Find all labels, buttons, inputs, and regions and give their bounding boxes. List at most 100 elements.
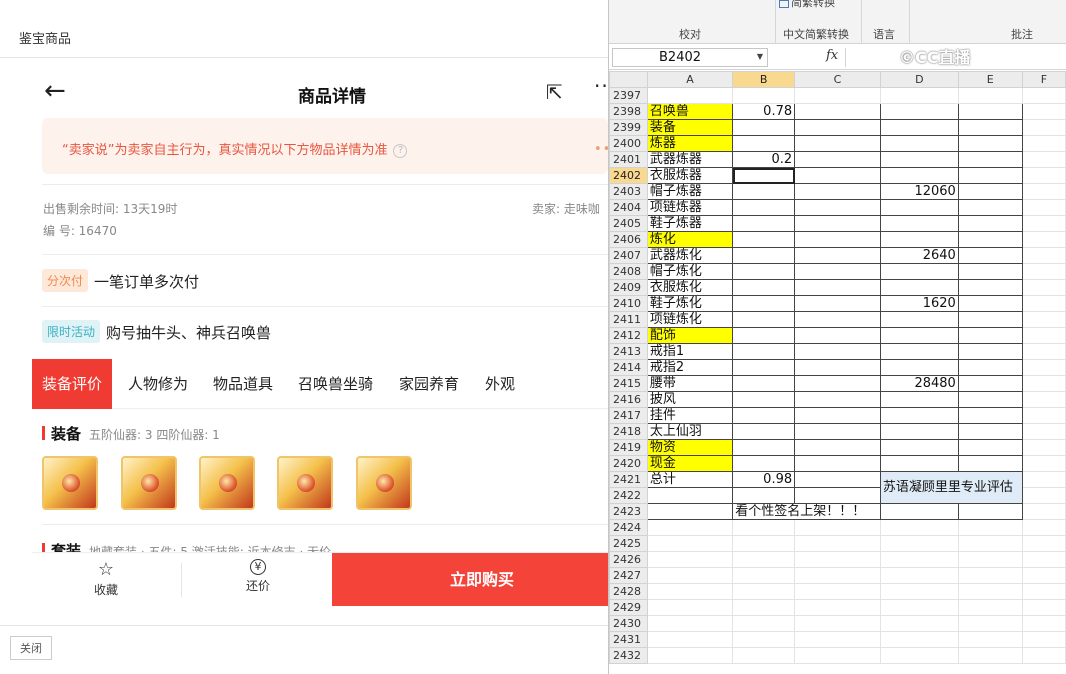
cell[interactable] bbox=[957, 631, 1023, 648]
cell[interactable] bbox=[732, 199, 796, 216]
cell[interactable] bbox=[1021, 583, 1066, 600]
tab-pets-mounts[interactable]: 召唤兽坐骑 bbox=[298, 359, 373, 409]
cell[interactable] bbox=[957, 567, 1023, 584]
row-header[interactable]: 2421 bbox=[609, 471, 648, 488]
select-all-corner[interactable] bbox=[609, 71, 648, 88]
cell[interactable] bbox=[957, 391, 1023, 408]
cell[interactable] bbox=[957, 343, 1023, 360]
cell[interactable] bbox=[879, 535, 959, 552]
cell[interactable] bbox=[879, 503, 959, 520]
equipment-item[interactable] bbox=[42, 456, 98, 510]
row-header[interactable]: 2419 bbox=[609, 439, 648, 456]
installment-row[interactable]: 分次付 一笔订单多次付 bbox=[42, 269, 199, 292]
cell[interactable]: 召唤兽 bbox=[646, 103, 734, 120]
cell[interactable] bbox=[957, 519, 1023, 536]
cell[interactable] bbox=[957, 375, 1023, 392]
cell[interactable]: 配饰 bbox=[646, 327, 734, 344]
row-header[interactable]: 2414 bbox=[609, 359, 648, 376]
cell[interactable] bbox=[732, 535, 796, 552]
cell[interactable]: 衣服炼器 bbox=[646, 167, 734, 184]
cell[interactable] bbox=[732, 295, 796, 312]
cell[interactable]: 帽子炼器 bbox=[646, 183, 734, 200]
cell[interactable] bbox=[646, 631, 734, 648]
cell[interactable] bbox=[1021, 503, 1066, 520]
cell[interactable] bbox=[1021, 439, 1066, 456]
cell[interactable] bbox=[1021, 423, 1066, 440]
cell[interactable]: 物资 bbox=[646, 439, 734, 456]
cell[interactable] bbox=[957, 647, 1023, 664]
row-header[interactable]: 2426 bbox=[609, 551, 648, 568]
cell[interactable] bbox=[957, 327, 1023, 344]
cell[interactable] bbox=[732, 263, 796, 280]
cell[interactable] bbox=[1021, 135, 1066, 152]
cell[interactable] bbox=[879, 103, 959, 120]
cell[interactable] bbox=[794, 183, 881, 200]
cell[interactable] bbox=[1021, 87, 1066, 104]
cell[interactable]: 2640 bbox=[879, 247, 959, 264]
cell[interactable] bbox=[794, 551, 881, 568]
cell[interactable]: 28480 bbox=[879, 375, 959, 392]
column-header-a[interactable]: A bbox=[646, 71, 734, 88]
cell[interactable] bbox=[879, 279, 959, 296]
cell[interactable] bbox=[732, 391, 796, 408]
row-header[interactable]: 2398 bbox=[609, 103, 648, 120]
row-header[interactable]: 2402 bbox=[609, 167, 648, 184]
cell[interactable] bbox=[732, 247, 796, 264]
cell[interactable] bbox=[794, 615, 881, 632]
cell[interactable]: 苏语凝顾里里专业评估 bbox=[879, 471, 1023, 504]
cell[interactable] bbox=[1021, 615, 1066, 632]
cell[interactable] bbox=[732, 343, 796, 360]
cell[interactable] bbox=[1021, 487, 1066, 504]
cell[interactable] bbox=[646, 615, 734, 632]
row-header[interactable]: 2420 bbox=[609, 455, 648, 472]
cell[interactable] bbox=[879, 583, 959, 600]
row-header[interactable]: 2431 bbox=[609, 631, 648, 648]
cell[interactable] bbox=[646, 87, 734, 104]
cell[interactable] bbox=[957, 503, 1023, 520]
cell[interactable] bbox=[879, 215, 959, 232]
cell[interactable] bbox=[794, 583, 881, 600]
cell[interactable] bbox=[732, 215, 796, 232]
cell[interactable] bbox=[732, 615, 796, 632]
cell[interactable] bbox=[957, 439, 1023, 456]
cell[interactable] bbox=[957, 311, 1023, 328]
cell[interactable] bbox=[1021, 359, 1066, 376]
cell[interactable]: 戒指1 bbox=[646, 343, 734, 360]
cell[interactable] bbox=[957, 119, 1023, 136]
row-header[interactable]: 2409 bbox=[609, 279, 648, 296]
cell[interactable]: 鞋子炼器 bbox=[646, 215, 734, 232]
row-header[interactable]: 2425 bbox=[609, 535, 648, 552]
row-header[interactable]: 2399 bbox=[609, 119, 648, 136]
row-header[interactable]: 2428 bbox=[609, 583, 648, 600]
row-header[interactable]: 2424 bbox=[609, 519, 648, 536]
cell[interactable] bbox=[957, 231, 1023, 248]
cell[interactable] bbox=[879, 439, 959, 456]
promo-row[interactable]: 限时活动 购号抽牛头、神兵召唤兽 bbox=[42, 320, 271, 343]
cell[interactable] bbox=[794, 599, 881, 616]
cell[interactable] bbox=[879, 567, 959, 584]
cell[interactable] bbox=[646, 583, 734, 600]
cell[interactable] bbox=[732, 599, 796, 616]
cell[interactable] bbox=[732, 119, 796, 136]
cell[interactable] bbox=[732, 567, 796, 584]
cell[interactable] bbox=[1021, 119, 1066, 136]
row-header[interactable]: 2404 bbox=[609, 199, 648, 216]
cell[interactable] bbox=[957, 279, 1023, 296]
equipment-item[interactable] bbox=[121, 456, 177, 510]
cell[interactable] bbox=[794, 471, 881, 488]
cell[interactable] bbox=[879, 359, 959, 376]
row-header[interactable]: 2427 bbox=[609, 567, 648, 584]
cell[interactable]: 12060 bbox=[879, 183, 959, 200]
row-header[interactable]: 2400 bbox=[609, 135, 648, 152]
cell[interactable] bbox=[957, 263, 1023, 280]
cell[interactable]: 看个性签名上架！！！ bbox=[732, 503, 881, 520]
cell[interactable] bbox=[732, 407, 796, 424]
row-header[interactable]: 2418 bbox=[609, 423, 648, 440]
cell[interactable] bbox=[957, 103, 1023, 120]
cell[interactable] bbox=[794, 167, 881, 184]
cell[interactable] bbox=[794, 279, 881, 296]
cell[interactable] bbox=[794, 199, 881, 216]
cell[interactable] bbox=[646, 535, 734, 552]
cell[interactable] bbox=[957, 247, 1023, 264]
cell[interactable] bbox=[1021, 247, 1066, 264]
